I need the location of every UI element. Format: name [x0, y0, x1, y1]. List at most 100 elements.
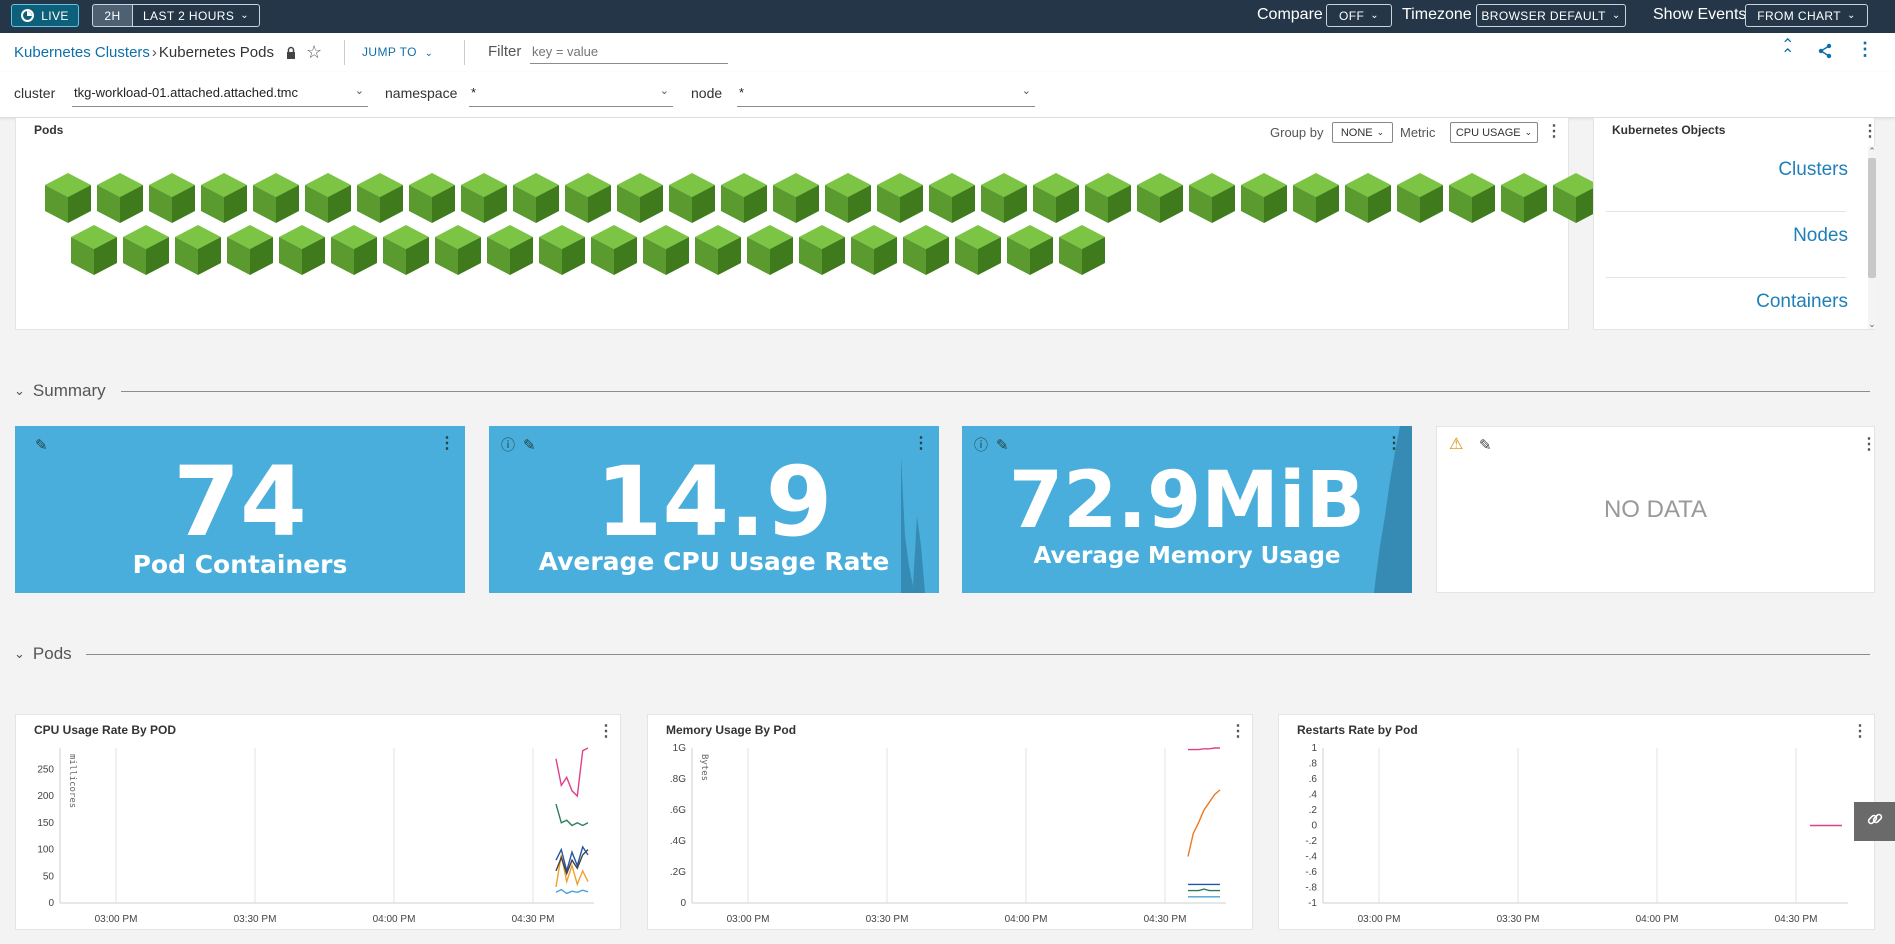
pod-cube[interactable]	[303, 172, 353, 224]
pod-cube[interactable]	[277, 224, 327, 276]
y-tick-label: 1G	[673, 743, 687, 754]
pod-cube[interactable]	[823, 172, 873, 224]
y-axis-label: millicores	[67, 754, 77, 808]
pod-cube[interactable]	[719, 172, 769, 224]
pod-cube[interactable]	[407, 172, 457, 224]
show-events-dropdown[interactable]: FROM CHART ⌄	[1745, 4, 1868, 27]
pod-cube[interactable]	[641, 224, 691, 276]
link-button[interactable]	[1854, 802, 1895, 841]
chevron-down-icon: ⌄	[1021, 85, 1031, 97]
cpu-usage-chart[interactable]: 03:00 PM 03:30 PM 04:00 PM 04:30 PM 250 200 15…	[16, 715, 622, 931]
breadcrumb-parent-link[interactable]: Kubernetes Clusters	[14, 44, 150, 61]
pod-cube[interactable]	[511, 172, 561, 224]
objects-item-containers[interactable]: Containers	[1756, 291, 1848, 313]
pod-cube[interactable]	[589, 224, 639, 276]
pod-cube[interactable]	[225, 224, 275, 276]
pod-cube[interactable]	[69, 224, 119, 276]
pod-cube[interactable]	[771, 172, 821, 224]
pod-cube[interactable]	[563, 172, 613, 224]
pod-cube[interactable]	[147, 172, 197, 224]
objects-item-nodes[interactable]: Nodes	[1793, 225, 1848, 247]
pod-cube[interactable]	[1291, 172, 1341, 224]
divider	[464, 40, 465, 65]
scrollbar-thumb[interactable]	[1868, 158, 1876, 278]
pod-cube[interactable]	[1057, 224, 1107, 276]
pod-cube[interactable]	[1447, 172, 1497, 224]
pod-cube[interactable]	[459, 172, 509, 224]
y-tick-label: 1	[1311, 743, 1317, 754]
warning-icon[interactable]: ⚠	[1449, 434, 1463, 454]
pod-cube[interactable]	[849, 224, 899, 276]
range-short-button[interactable]: 2H	[92, 4, 132, 27]
jump-to-button[interactable]: JUMP TO ⌄	[362, 45, 433, 59]
time-range-dropdown[interactable]: LAST 2 HOURS ⌄	[132, 4, 260, 27]
share-icon[interactable]	[1817, 43, 1833, 64]
group-by-dropdown[interactable]: NONE ⌄	[1332, 122, 1393, 143]
scrollbar[interactable]: ⌃ ⌄	[1868, 146, 1876, 329]
y-tick-label: .6G	[670, 805, 686, 816]
card-menu-icon[interactable]: ⋮	[1861, 437, 1874, 453]
show-events-label: Show Events	[1653, 6, 1747, 23]
edit-icon[interactable]: ✎	[1479, 436, 1492, 454]
pod-cube[interactable]	[355, 172, 405, 224]
pod-cube[interactable]	[693, 224, 743, 276]
pod-cube[interactable]	[1031, 172, 1081, 224]
collapse-up-icon[interactable]: ⌃ ⌃	[1781, 37, 1794, 63]
pod-cube[interactable]	[251, 172, 301, 224]
pod-cube[interactable]	[43, 172, 93, 224]
summary-section-toggle[interactable]: ⌄ Summary	[14, 381, 106, 401]
pod-cube[interactable]	[797, 224, 847, 276]
pod-cube[interactable]	[979, 172, 1029, 224]
pod-cube[interactable]	[615, 172, 665, 224]
pod-cube[interactable]	[329, 224, 379, 276]
pod-cube[interactable]	[667, 172, 717, 224]
pod-cube[interactable]	[1395, 172, 1445, 224]
info-icon[interactable]: ⓘ	[974, 435, 988, 455]
memory-usage-chart[interactable]: 03:00 PM 03:30 PM 04:00 PM 04:30 PM 1G .8G .6G…	[648, 715, 1254, 931]
pod-cube[interactable]	[1135, 172, 1185, 224]
pod-cube[interactable]	[875, 172, 925, 224]
pod-cube[interactable]	[1499, 172, 1549, 224]
pod-cube[interactable]	[537, 224, 587, 276]
pod-cube[interactable]	[745, 224, 795, 276]
pod-cube[interactable]	[173, 224, 223, 276]
more-menu-icon[interactable]: ⋮	[1856, 40, 1874, 58]
pod-cube[interactable]	[927, 172, 977, 224]
metric-dropdown[interactable]: CPU USAGE ⌄	[1450, 122, 1538, 143]
pod-cube[interactable]	[95, 172, 145, 224]
namespace-select[interactable]: * ⌄	[469, 81, 673, 107]
pod-cube[interactable]	[433, 224, 483, 276]
pod-cube[interactable]	[1239, 172, 1289, 224]
pod-cube[interactable]	[1005, 224, 1055, 276]
objects-item-clusters[interactable]: Clusters	[1778, 159, 1848, 181]
star-icon[interactable]: ☆	[306, 42, 322, 63]
lock-icon[interactable]	[284, 46, 298, 60]
y-tick-label: -.6	[1305, 867, 1317, 878]
node-select[interactable]: * ⌄	[737, 81, 1035, 107]
scroll-up-icon[interactable]: ⌃	[1868, 146, 1876, 156]
card-menu-icon[interactable]: ⋮	[1386, 436, 1402, 452]
chart-panel-memory: Memory Usage By Pod ⋮ 03:00 PM 03:30 PM 04…	[647, 714, 1253, 930]
restarts-rate-chart[interactable]: 03:00 PM 03:30 PM 04:00 PM 04:30 PM 1 .8 .6 .4.…	[1279, 715, 1876, 931]
edit-icon[interactable]: ✎	[996, 436, 1009, 454]
pod-cube[interactable]	[1083, 172, 1133, 224]
pod-cube[interactable]	[381, 224, 431, 276]
pod-cube[interactable]	[1343, 172, 1393, 224]
pod-cube[interactable]	[121, 224, 171, 276]
pod-cube[interactable]	[953, 224, 1003, 276]
objects-panel-menu-icon[interactable]: ⋮	[1862, 124, 1878, 140]
compare-dropdown[interactable]: OFF ⌄	[1326, 4, 1392, 27]
pods-panel-menu-icon[interactable]: ⋮	[1546, 124, 1562, 140]
scroll-down-icon[interactable]: ⌄	[1868, 319, 1876, 329]
y-tick-label: .2G	[670, 867, 686, 878]
pod-cube[interactable]	[485, 224, 535, 276]
cluster-select[interactable]: tkg-workload-01.attached.attached.tmc ⌄	[72, 81, 368, 107]
pod-cube[interactable]	[199, 172, 249, 224]
pods-section-toggle[interactable]: ⌄ Pods	[14, 644, 72, 664]
chart-panel-cpu: CPU Usage Rate By POD ⋮ 03:00 PM 03:30 PM…	[15, 714, 621, 930]
pod-cube[interactable]	[901, 224, 951, 276]
filter-input[interactable]	[530, 40, 728, 64]
live-button[interactable]: LIVE	[11, 4, 79, 27]
timezone-dropdown[interactable]: BROWSER DEFAULT ⌄	[1476, 4, 1626, 27]
pod-cube[interactable]	[1187, 172, 1237, 224]
